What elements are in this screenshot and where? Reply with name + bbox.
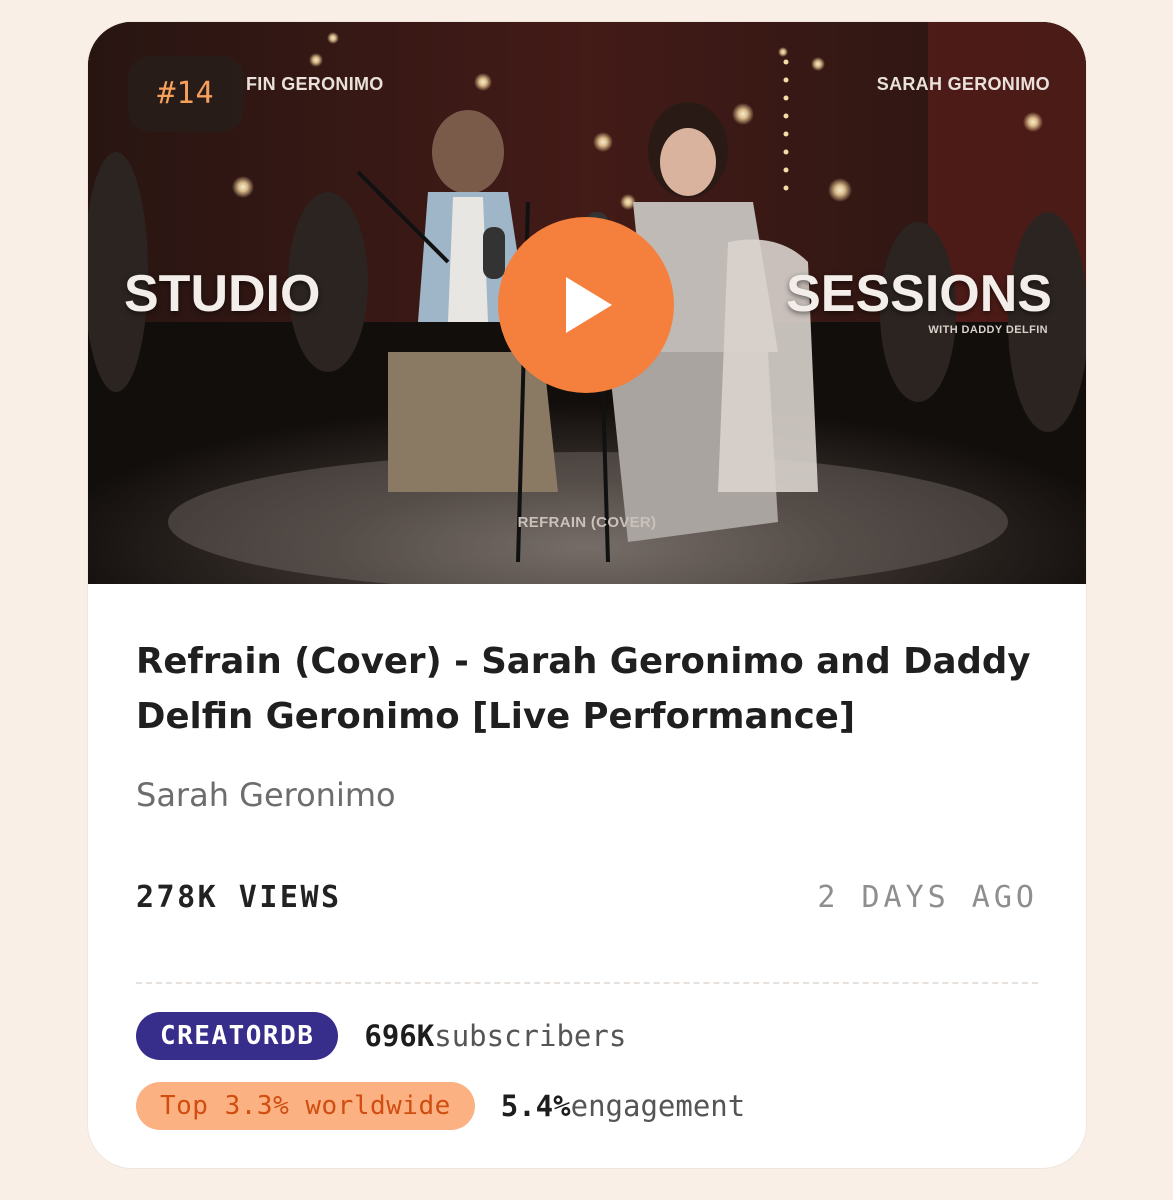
engagement-value: 5.4% [500, 1089, 571, 1123]
subscribers-row: CREATORDB 696Ksubscribers [136, 1012, 626, 1060]
upload-age: 2 DAYS AGO [817, 880, 1038, 915]
view-count: 278K VIEWS [136, 880, 342, 915]
thumbnail-headline-left: STUDIO [124, 265, 321, 323]
video-card[interactable]: #14 FIN GERONIMO SARAH GERONIMO STUDIO S… [88, 22, 1086, 1168]
subscribers-stat: 696Ksubscribers [364, 1019, 626, 1053]
channel-name[interactable]: Sarah Geronimo [136, 776, 396, 814]
rank-badge: #14 [128, 56, 244, 132]
subscribers-value: 696K [364, 1019, 435, 1053]
engagement-row: Top 3.3% worldwide 5.4%engagement [136, 1082, 745, 1130]
video-title[interactable]: Refrain (Cover) - Sarah Geronimo and Dad… [136, 634, 1038, 744]
engagement-stat: 5.4%engagement [501, 1089, 745, 1123]
thumbnail-overlay-right-name: SARAH GERONIMO [876, 74, 1050, 94]
thumbnail-headline-right: SESSIONS [786, 265, 1052, 323]
engagement-label: engagement [570, 1089, 746, 1123]
video-thumbnail[interactable]: #14 FIN GERONIMO SARAH GERONIMO STUDIO S… [88, 22, 1086, 584]
creatordb-badge[interactable]: CREATORDB [136, 1012, 339, 1060]
subscribers-label: subscribers [434, 1019, 627, 1053]
play-icon [566, 277, 612, 333]
play-button[interactable] [498, 217, 674, 393]
thumbnail-song-caption: REFRAIN (COVER) [517, 514, 657, 531]
thumbnail-headline-sub: WITH DADDY DELFIN [928, 324, 1048, 336]
rank-worldwide-badge: Top 3.3% worldwide [136, 1082, 475, 1130]
divider [136, 982, 1038, 984]
thumbnail-overlay-left-name: FIN GERONIMO [246, 74, 384, 94]
